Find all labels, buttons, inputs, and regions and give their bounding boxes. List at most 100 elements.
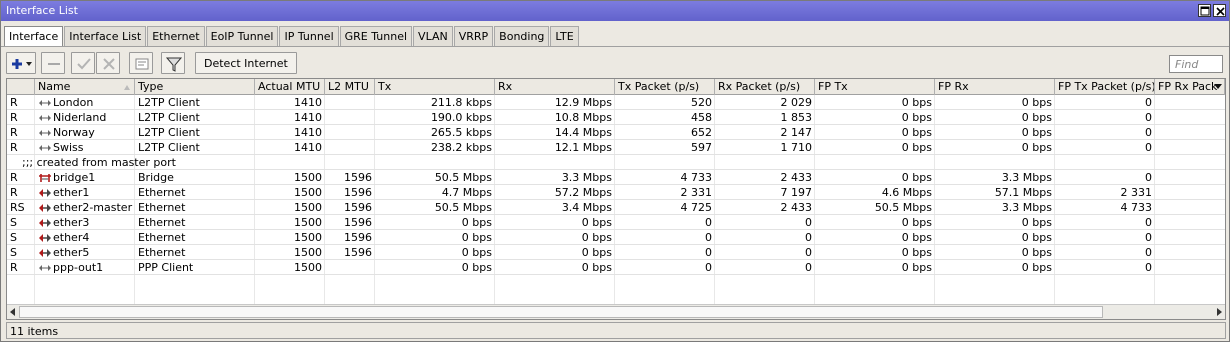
filter-button[interactable] xyxy=(161,52,185,74)
cell-rx: 12.9 Mbps xyxy=(554,96,612,109)
table-row[interactable]: Sether5 Ethernet 1500 1596 0 bps 0 bps 0 0 0 bps… xyxy=(7,245,1225,260)
column-header-tx-packet[interactable]: Tx Packet (p/s) xyxy=(615,79,715,95)
column-header-name[interactable]: Name xyxy=(35,79,135,95)
cell-l2mtu: 1596 xyxy=(344,246,372,259)
table-row[interactable]: Rether1 Ethernet 1500 1596 4.7 Mbps 57.2 Mbps… xyxy=(7,185,1225,200)
cell-type: L2TP Client xyxy=(138,126,200,139)
scrollbar-thumb[interactable] xyxy=(19,306,1103,318)
table-row[interactable]: R Norway L2TP Client 1410 265.5 kbps 14.4 Mbp… xyxy=(7,125,1225,140)
table-row[interactable]: R London L2TP Client 1410 211.8 kbps 12.9 Mbp… xyxy=(7,95,1225,110)
column-header-l2-mtu[interactable]: L2 MTU xyxy=(325,79,375,95)
cell-rxp: 2 433 xyxy=(780,171,813,184)
cell-rx: 0 bps xyxy=(581,246,612,259)
find-input[interactable]: Find xyxy=(1169,55,1223,73)
horizontal-scrollbar[interactable] xyxy=(7,304,1225,319)
restore-icon[interactable] xyxy=(1198,4,1211,17)
title-bar[interactable]: Interface List xyxy=(1,1,1229,21)
column-header-fp-tx[interactable]: FP Tx xyxy=(815,79,935,95)
cell-tx: 265.5 kbps xyxy=(430,126,492,139)
table-row[interactable]: Rppp-out1 PPP Client 1500 0 bps 0 bps 0 0 0 bps… xyxy=(7,260,1225,275)
enable-button[interactable] xyxy=(71,52,95,74)
column-header-fp-tx-packet[interactable]: FP Tx Packet (p/s) xyxy=(1055,79,1155,95)
column-header-rx-packet[interactable]: Rx Packet (p/s) xyxy=(715,79,815,95)
table-row[interactable]: Rbridge1 Bridge 1500 1596 50.5 Mbps 3.3 Mbps 4… xyxy=(7,170,1225,185)
ethernet-icon xyxy=(39,249,51,257)
tab-vrrp[interactable]: VRRP xyxy=(453,26,494,46)
cell-fptxp: 4 733 xyxy=(1120,201,1153,214)
cell-type: L2TP Client xyxy=(138,111,200,124)
table-row[interactable]: Sether3 Ethernet 1500 1596 0 bps 0 bps 0 0 0 bps… xyxy=(7,215,1225,230)
cell-fptx: 0 bps xyxy=(901,261,932,274)
tab-eoip-tunnel[interactable]: EoIP Tunnel xyxy=(205,26,279,46)
tab-ip-tunnel[interactable]: IP Tunnel xyxy=(279,26,339,46)
cell-fprx: 3.3 Mbps xyxy=(1001,201,1052,214)
cell-fprx: 3.3 Mbps xyxy=(1001,171,1052,184)
cell-fptxp: 0 xyxy=(1145,231,1152,244)
cell-fptxp: 0 xyxy=(1145,126,1152,139)
detect-internet-button[interactable]: Detect Internet xyxy=(195,52,297,74)
remove-button[interactable] xyxy=(41,52,65,74)
cell-tx: 0 bps xyxy=(461,246,492,259)
cell-fptx: 0 bps xyxy=(901,216,932,229)
tab-vlan[interactable]: VLAN xyxy=(413,26,453,46)
tab-lte[interactable]: LTE xyxy=(550,26,579,46)
table-row[interactable]: R Niderland L2TP Client 1410 190.0 kbps 10.8 … xyxy=(7,110,1225,125)
tab-bonding[interactable]: Bonding xyxy=(494,26,550,46)
cell-l2mtu xyxy=(325,110,375,125)
table-header: Name Type Actual MTU L2 MTU Tx Rx Tx Packet (p… xyxy=(7,79,1225,95)
add-button[interactable] xyxy=(6,52,36,74)
cell-l2mtu xyxy=(325,125,375,140)
column-header-actual-mtu[interactable]: Actual MTU xyxy=(255,79,325,95)
column-header-rx[interactable]: Rx xyxy=(495,79,615,95)
cell-flags: S xyxy=(10,216,17,229)
cell-flags: R xyxy=(10,171,18,184)
cell-fptxp: 0 xyxy=(1145,111,1152,124)
table-row[interactable]: Sether4 Ethernet 1500 1596 0 bps 0 bps 0 0 0 bps… xyxy=(7,230,1225,245)
l2tp-icon xyxy=(39,115,51,121)
cell-tx: 50.5 Mbps xyxy=(434,171,492,184)
interface-name: ether1 xyxy=(35,185,135,200)
interface-name: ether5 xyxy=(35,245,135,260)
tab-interface[interactable]: Interface xyxy=(4,26,64,47)
scroll-left-icon xyxy=(10,308,15,316)
cell-mtu: 1500 xyxy=(294,231,322,244)
table-row[interactable]: RS ether2-master Ethernet 1500 1596 50.5 Mbps… xyxy=(7,200,1225,215)
interface-name-text: ether3 xyxy=(53,216,90,229)
cell-txp: 0 xyxy=(705,216,712,229)
table-body: R London L2TP Client 1410 211.8 kbps 12.9 Mbp… xyxy=(7,95,1225,275)
column-header-flags[interactable] xyxy=(7,79,35,95)
table-row[interactable]: R Swiss L2TP Client 1410 238.2 kbps 12.1 Mbps… xyxy=(7,140,1225,155)
cell-tx: 0 bps xyxy=(461,261,492,274)
cell-flags: R xyxy=(10,111,18,124)
tab-ethernet[interactable]: Ethernet xyxy=(147,26,205,46)
item-count: 11 items xyxy=(10,325,59,338)
close-icon[interactable] xyxy=(1213,4,1226,17)
column-header-tx[interactable]: Tx xyxy=(375,79,495,95)
cell-rxp: 0 xyxy=(805,231,812,244)
plus-icon xyxy=(12,59,32,69)
cell-fptx: 50.5 Mbps xyxy=(874,201,932,214)
cell-type: PPP Client xyxy=(138,261,194,274)
column-header-type[interactable]: Type xyxy=(135,79,255,95)
cell-tx: 211.8 kbps xyxy=(430,96,492,109)
cell-mtu: 1410 xyxy=(294,96,322,109)
column-header-fp-rx[interactable]: FP Rx xyxy=(935,79,1055,95)
tab-interface-list[interactable]: Interface List xyxy=(64,26,147,46)
comment-button[interactable] xyxy=(129,52,153,74)
cell-l2mtu xyxy=(325,260,375,275)
cell-tx: 4.7 Mbps xyxy=(441,186,492,199)
comment-icon xyxy=(135,58,149,70)
cell-flags: S xyxy=(10,231,17,244)
cell-mtu: 1410 xyxy=(294,126,322,139)
tab-gre-tunnel[interactable]: GRE Tunnel xyxy=(339,26,413,46)
interface-name-text: ether1 xyxy=(53,186,90,199)
interface-name-text: ether4 xyxy=(53,231,90,244)
interface-name: ether4 xyxy=(35,230,135,245)
ethernet-icon xyxy=(39,189,51,197)
cell-rxp: 2 029 xyxy=(780,96,813,109)
cell-fptxp: 2 331 xyxy=(1120,186,1153,199)
disable-button[interactable] xyxy=(96,52,120,74)
cell-flags: R xyxy=(10,261,18,274)
cell-fptxp: 0 xyxy=(1145,141,1152,154)
cell-mtu: 1500 xyxy=(294,216,322,229)
